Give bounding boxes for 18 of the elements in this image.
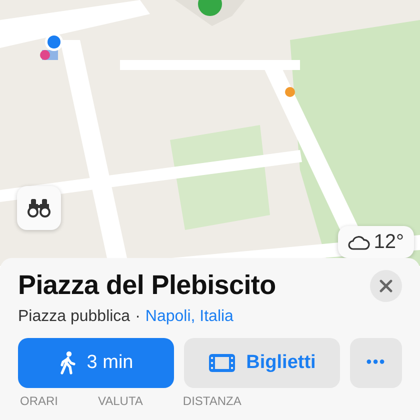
place-title: Piazza del Plebiscito — [18, 270, 276, 301]
info-header: ORARI — [20, 394, 58, 408]
walking-directions-button[interactable]: 3 min — [18, 338, 174, 388]
close-button[interactable] — [370, 270, 402, 302]
close-icon — [379, 279, 393, 293]
info-header: DISTANZA — [182, 394, 242, 408]
binoculars-icon — [26, 198, 52, 218]
cloud-icon — [348, 234, 370, 250]
tickets-button[interactable]: Biglietti — [184, 338, 340, 388]
film-icon — [208, 353, 236, 373]
info-header: VALUTA — [98, 394, 143, 408]
location-link[interactable]: Napoli, Italia — [145, 308, 234, 326]
more-button[interactable]: ••• — [350, 338, 402, 388]
separator: · — [135, 308, 140, 326]
place-category: Piazza pubblica — [18, 308, 130, 326]
temperature: 12° — [374, 230, 404, 254]
walking-icon — [58, 351, 77, 375]
binoculars-button[interactable] — [17, 186, 61, 230]
